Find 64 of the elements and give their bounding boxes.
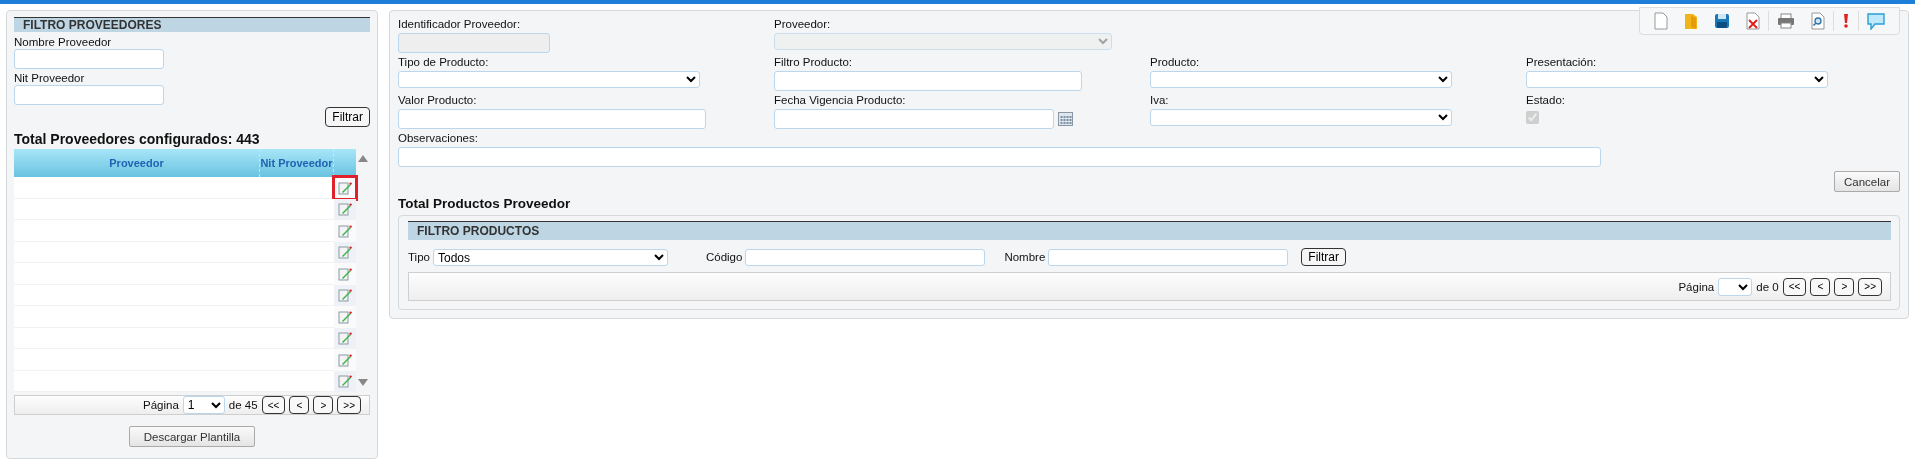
filter-button[interactable]: Filtrar: [325, 107, 370, 127]
products-heading: Total Productos Proveedor: [398, 196, 572, 211]
field-label: Presentación:: [1526, 55, 1598, 69]
scroll-down-icon[interactable]: [358, 379, 368, 386]
page-count: de 0: [1756, 280, 1779, 293]
type-select[interactable]: Todos: [432, 248, 668, 266]
pager-button[interactable]: <<: [1782, 277, 1807, 296]
field-label: Valor Producto:: [398, 93, 478, 107]
calendar-icon[interactable]: [1058, 112, 1073, 126]
dropdown-field[interactable]: [1150, 109, 1452, 126]
field-label: Tipo: [408, 251, 430, 263]
filter-button[interactable]: Filtrar: [1301, 248, 1346, 266]
dropdown-field[interactable]: [1526, 71, 1828, 88]
pager-button[interactable]: >: [1834, 277, 1855, 296]
total-heading: Total Proveedores configurados: 443: [14, 131, 261, 147]
field-label: Estado:: [1526, 93, 1566, 107]
field-label: Proveedor:: [774, 17, 832, 31]
pager-button[interactable]: >: [313, 396, 334, 414]
exclamation-icon[interactable]: [1842, 13, 1850, 29]
field-label: Nombre Proveedor: [14, 35, 113, 49]
page-select[interactable]: 1: [182, 396, 225, 414]
field-label: Nit Proveedor: [14, 71, 86, 85]
column-header[interactable]: Proveedor: [14, 149, 260, 177]
field-label: Código: [705, 251, 743, 263]
date-field[interactable]: [774, 109, 1054, 129]
field-label: Producto:: [1150, 55, 1201, 69]
page-label: Página: [1678, 280, 1715, 293]
field-label: Identificador Proveedor:: [398, 17, 522, 31]
text-field[interactable]: [14, 85, 164, 105]
cancel-button[interactable]: Cancelar: [1833, 171, 1900, 192]
speech-bubble-icon[interactable]: [1867, 12, 1885, 30]
folder-icon[interactable]: [1684, 12, 1698, 30]
page-select[interactable]: [1718, 277, 1753, 296]
pager-button[interactable]: <: [289, 396, 310, 414]
code-field[interactable]: [745, 248, 986, 266]
new-document-icon[interactable]: [1654, 12, 1668, 30]
pager-button[interactable]: <<: [261, 396, 286, 414]
save-icon[interactable]: [1714, 13, 1730, 29]
dropdown-field[interactable]: [398, 71, 700, 88]
text-field[interactable]: [14, 49, 164, 69]
text-field[interactable]: [398, 147, 1601, 167]
column-header[interactable]: Nit Proveedor: [260, 149, 334, 177]
text-field[interactable]: [774, 71, 1082, 91]
pager-button[interactable]: >>: [1858, 277, 1882, 296]
field-label: Fecha Vigencia Producto:: [774, 93, 907, 107]
page-label: Página: [143, 399, 179, 411]
pager-button[interactable]: >>: [337, 396, 361, 414]
search-icon[interactable]: [1811, 12, 1825, 30]
section-header: FILTRO PRODUCTOS: [408, 221, 1891, 240]
dropdown-field[interactable]: [1150, 71, 1452, 88]
field-label: Tipo de Producto:: [398, 55, 490, 69]
download-button[interactable]: Descargar Plantilla: [128, 426, 256, 447]
field-label: Observaciones:: [398, 131, 479, 145]
field-label: Nombre: [1004, 251, 1046, 263]
printer-icon[interactable]: [1777, 13, 1795, 29]
scroll-up-icon[interactable]: [358, 155, 368, 162]
page-count: de 45: [228, 399, 258, 411]
delete-document-icon[interactable]: [1746, 12, 1760, 30]
field-label: Iva:: [1150, 93, 1170, 107]
pager-button[interactable]: <: [1810, 277, 1831, 296]
text-field[interactable]: [398, 109, 706, 129]
name-field[interactable]: [1048, 248, 1289, 266]
field-label: Filtro Producto:: [774, 55, 853, 69]
section-header: FILTRO PROVEEDORES: [14, 17, 370, 32]
